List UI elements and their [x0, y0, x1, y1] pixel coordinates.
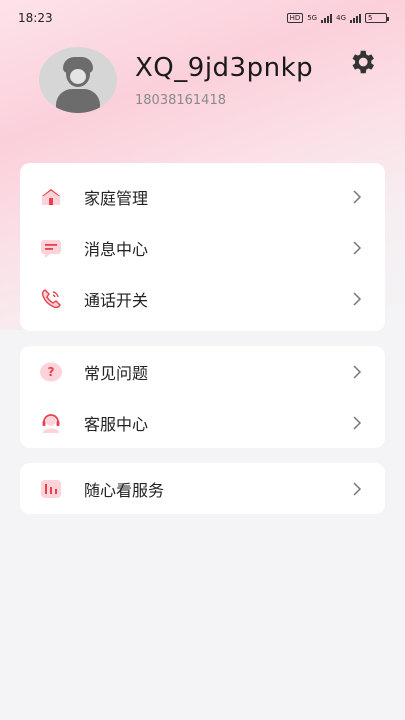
headset-icon [38, 410, 64, 436]
menu-item-label: 随心看服务 [84, 480, 165, 500]
menu-item-message-center[interactable]: 消息中心 [20, 222, 385, 273]
chevron-right-icon [353, 364, 362, 379]
status-time: 18:23 [18, 11, 53, 25]
menu-item-customer-service[interactable]: 客服中心 [20, 397, 385, 448]
phone-icon [38, 286, 64, 312]
menu-item-label: 通话开关 [84, 290, 149, 310]
settings-gear-icon[interactable] [347, 47, 377, 77]
signal-icon [321, 13, 333, 23]
battery-icon: 5 [365, 13, 389, 23]
menu-item-label: 常见问题 [84, 363, 149, 383]
svg-text:?: ? [48, 365, 55, 379]
menu-item-watch-service[interactable]: 随心看服务 [20, 463, 385, 514]
menu-item-home-management[interactable]: 家庭管理 [20, 171, 385, 222]
menu-item-call-switch[interactable]: 通话开关 [20, 273, 385, 324]
chevron-right-icon [353, 481, 362, 496]
avatar[interactable] [39, 47, 117, 113]
menu-item-faq[interactable]: ? 常见问题 [20, 346, 385, 397]
chart-icon [38, 476, 64, 502]
sim-label: 5G [307, 14, 318, 22]
profile-header[interactable]: XQ_9jd3pnkp 18038161418 [39, 47, 313, 113]
chevron-right-icon [353, 240, 362, 255]
home-icon [38, 184, 64, 210]
message-icon [38, 235, 64, 261]
chevron-right-icon [353, 291, 362, 306]
status-bar: 18:23 HD 5G 4G 5 [0, 0, 405, 36]
network-label: 4G [336, 14, 346, 22]
status-icons: HD 5G 4G 5 [286, 13, 389, 23]
signal-icon-2 [350, 13, 361, 23]
chevron-right-icon [353, 189, 362, 204]
hd-icon: HD [286, 13, 304, 23]
question-icon: ? [38, 359, 64, 385]
menu-card-service: 随心看服务 [20, 463, 385, 514]
chevron-right-icon [353, 415, 362, 430]
username: XQ_9jd3pnkp [135, 53, 314, 83]
battery-level: 5 [368, 14, 373, 22]
menu-card-help: ? 常见问题 客服中心 [20, 346, 385, 448]
phone-number: 18038161418 [135, 93, 226, 108]
menu-item-label: 消息中心 [84, 239, 149, 259]
menu-item-label: 家庭管理 [84, 188, 149, 208]
menu-card-main: 家庭管理 消息中心 通话开关 [20, 163, 385, 331]
user-info: XQ_9jd3pnkp 18038161418 [135, 47, 313, 113]
menu-item-label: 客服中心 [84, 414, 149, 434]
